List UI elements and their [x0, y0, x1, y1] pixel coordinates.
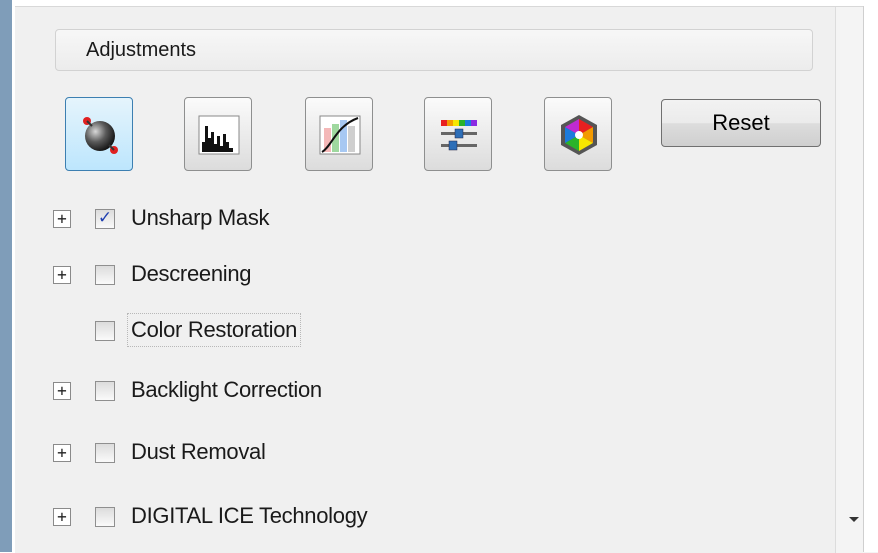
expand-backlight-correction[interactable]: + [53, 382, 71, 400]
histogram-icon [198, 115, 240, 155]
image-adjustment-button[interactable] [65, 97, 133, 171]
checkbox-backlight-correction[interactable] [95, 381, 115, 401]
option-descreening[interactable]: + Descreening [53, 261, 453, 291]
label-descreening: Descreening [131, 261, 252, 286]
color-palette-button[interactable] [424, 97, 492, 171]
window-border [0, 0, 12, 552]
checkbox-dust-removal[interactable] [95, 443, 115, 463]
checkbox-descreening[interactable] [95, 265, 115, 285]
option-unsharp-mask[interactable]: + ✓ Unsharp Mask [53, 205, 453, 235]
adjustments-panel: Adjustments Reset + ✓ Unsharp Mask + Des… [15, 6, 878, 553]
expand-dust-removal[interactable]: + [53, 444, 71, 462]
option-digital-ice[interactable]: + DIGITAL ICE Technology [53, 503, 453, 533]
label-color-restoration: Color Restoration [126, 313, 302, 347]
expand-unsharp-mask[interactable]: + [53, 210, 71, 228]
expand-descreening[interactable]: + [53, 266, 71, 284]
color-palette-icon [441, 120, 477, 151]
histogram-button[interactable] [184, 97, 252, 171]
scroll-down-arrow-icon[interactable] [849, 517, 859, 522]
checkbox-unsharp-mask[interactable]: ✓ [95, 209, 115, 229]
label-backlight-correction: Backlight Correction [131, 377, 322, 402]
option-color-restoration[interactable]: Color Restoration [53, 313, 453, 347]
option-backlight-correction[interactable]: + Backlight Correction [53, 377, 453, 407]
section-header: Adjustments [55, 29, 813, 71]
tone-curve-icon [319, 115, 361, 155]
color-wheel-button[interactable] [544, 97, 612, 171]
checkbox-color-restoration[interactable] [95, 321, 115, 341]
tone-correction-button[interactable] [305, 97, 373, 171]
expand-digital-ice[interactable]: + [53, 508, 71, 526]
color-wheel-icon [561, 115, 597, 155]
reset-button[interactable]: Reset [661, 99, 821, 147]
image-adjustment-icon [83, 117, 118, 154]
section-title: Adjustments [86, 39, 197, 61]
checkbox-digital-ice[interactable] [95, 507, 115, 527]
label-unsharp-mask: Unsharp Mask [131, 205, 270, 230]
label-dust-removal: Dust Removal [131, 439, 266, 464]
option-dust-removal[interactable]: + Dust Removal [53, 439, 453, 469]
window-border-right [863, 6, 878, 552]
label-digital-ice: DIGITAL ICE Technology [131, 503, 368, 528]
